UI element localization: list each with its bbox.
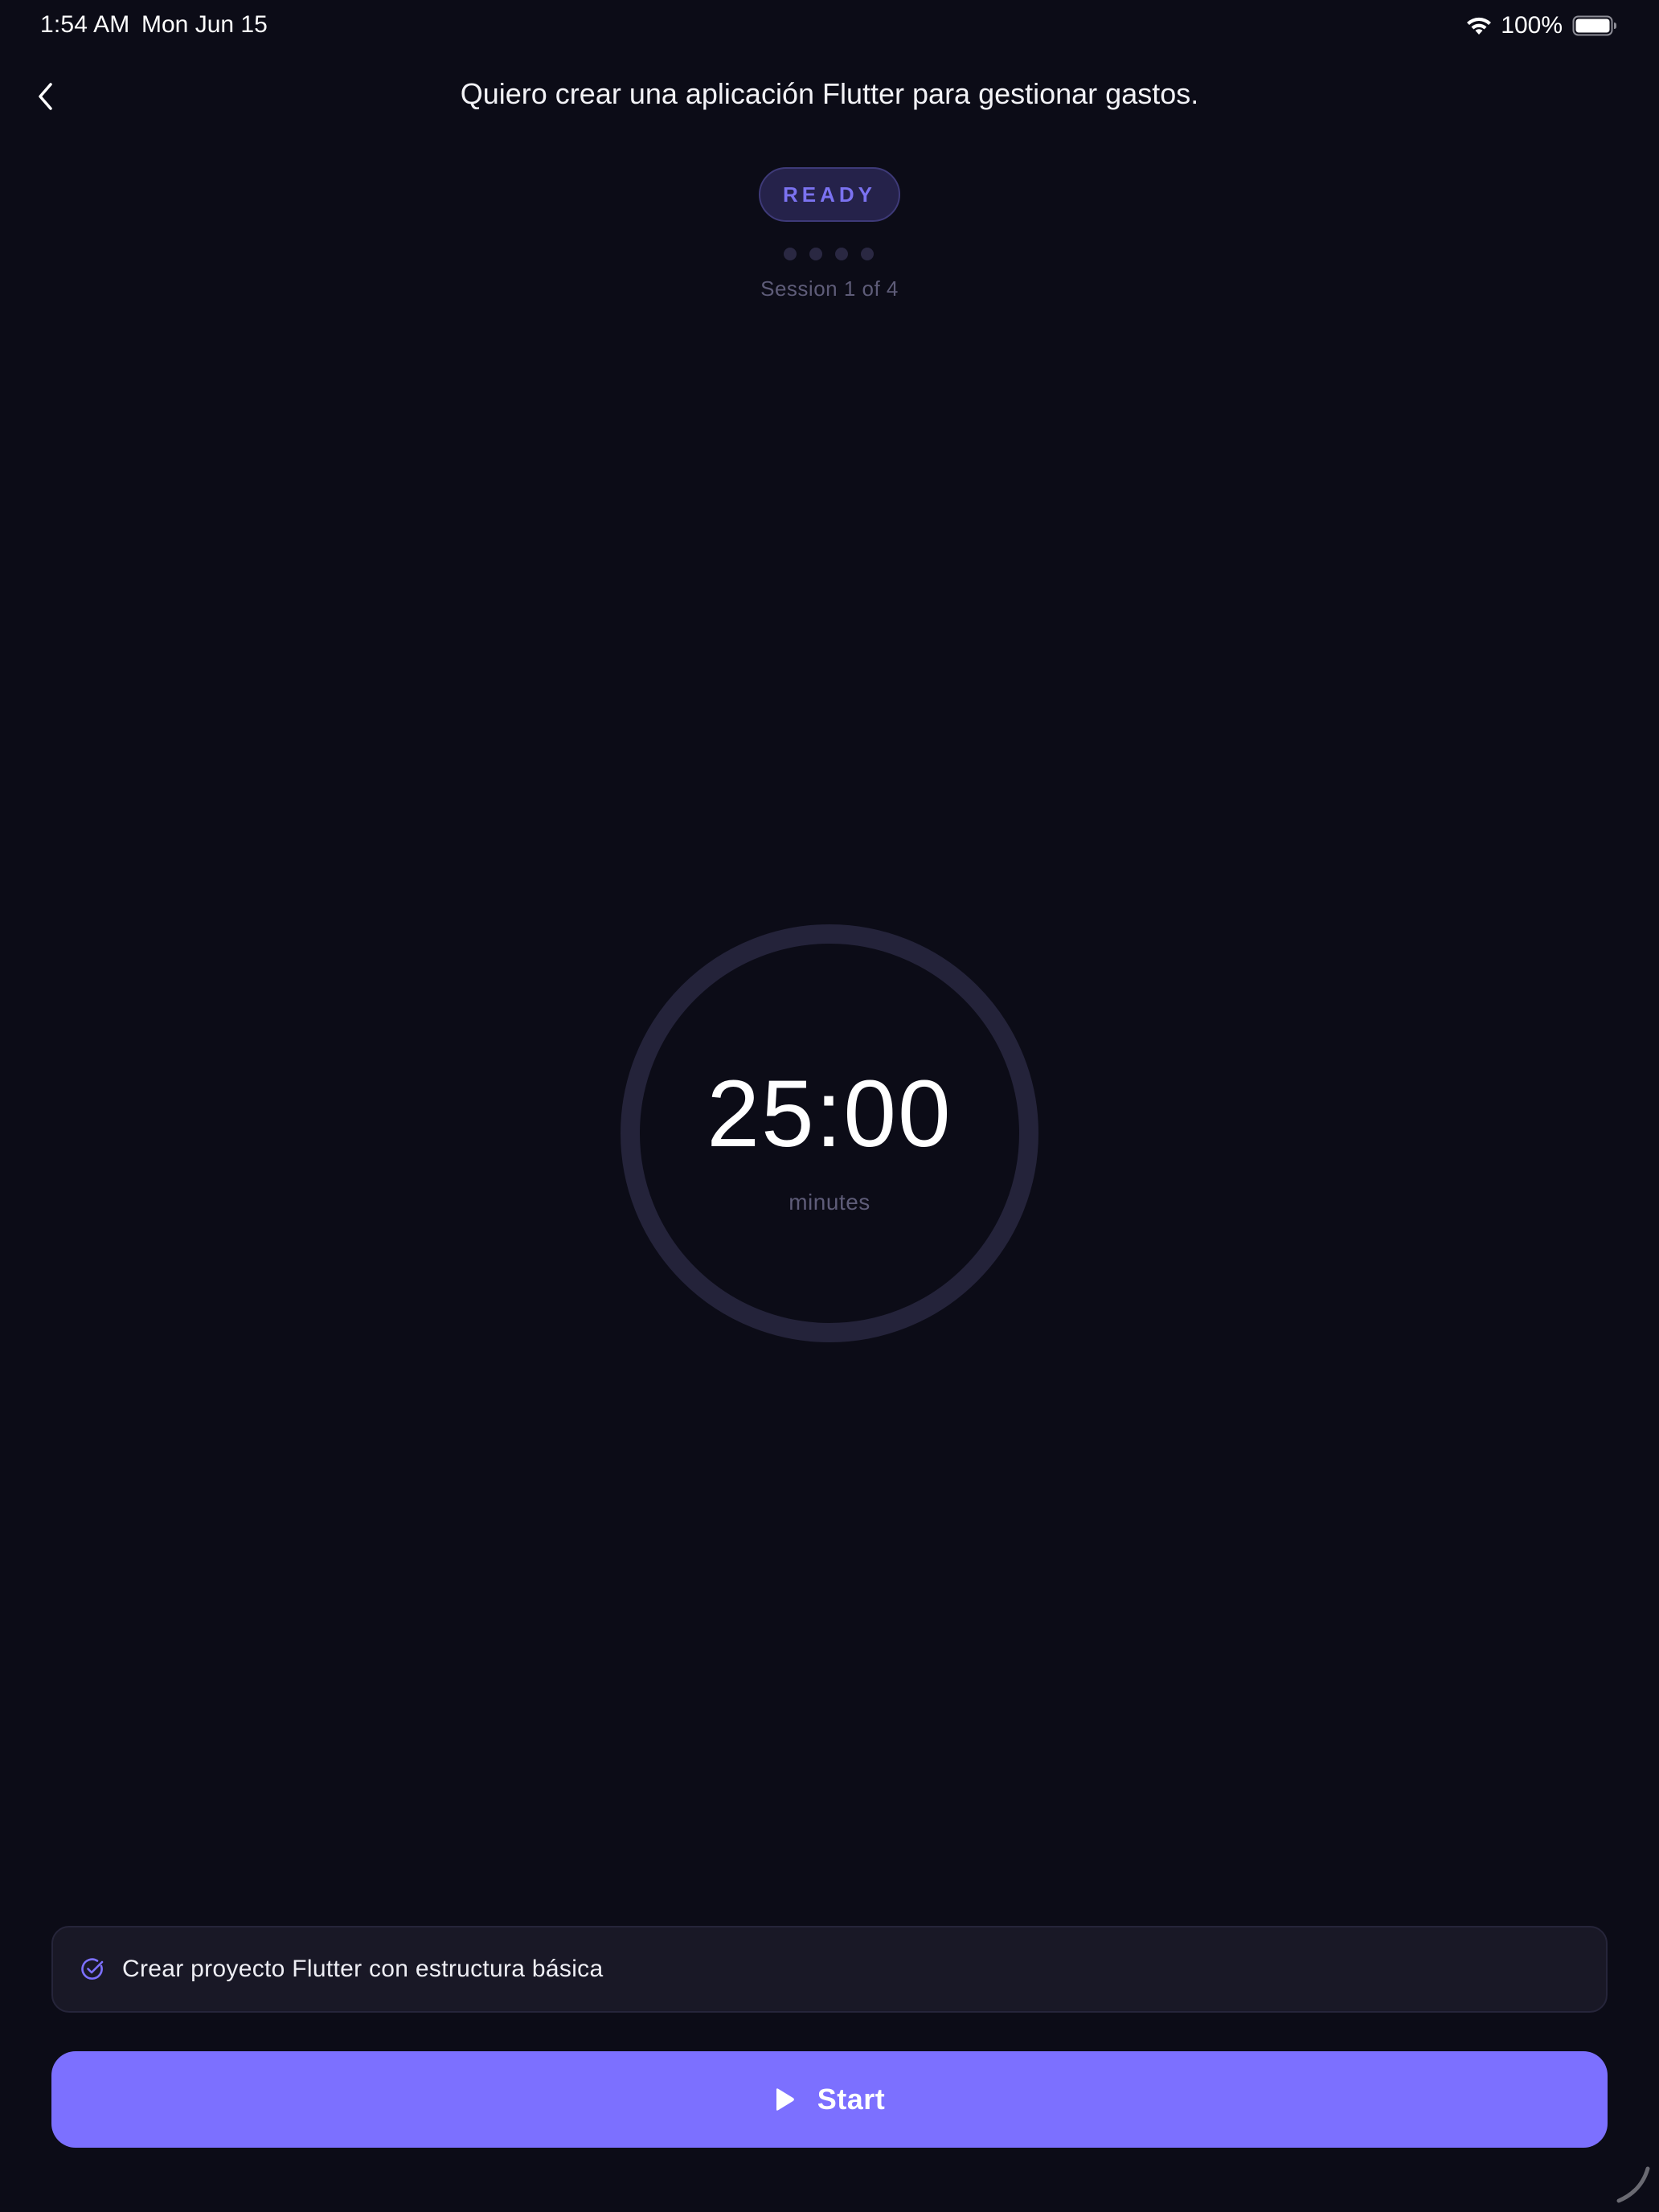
- task-text: Crear proyecto Flutter con estructura bá…: [122, 1956, 604, 1982]
- wifi-icon: [1467, 17, 1492, 35]
- start-button-label: Start: [817, 2083, 886, 2116]
- chevron-left-icon: [39, 83, 52, 110]
- back-button[interactable]: [29, 77, 61, 116]
- check-circle-icon: [81, 1958, 104, 1980]
- battery-percent: 100%: [1501, 12, 1563, 39]
- session-dot: [835, 248, 848, 260]
- session-progress-dots: [784, 248, 874, 260]
- home-indicator-corner: [1616, 2166, 1650, 2203]
- pomodoro-screen: 1:54 AM Mon Jun 15 100% Quiero crear una…: [0, 0, 1659, 2212]
- page-title: Quiero crear una aplicación Flutter para…: [460, 77, 1199, 110]
- session-counter: Session 1 of 4: [760, 276, 899, 301]
- session-dot: [861, 248, 874, 260]
- status-date: Mon Jun 15: [141, 11, 268, 38]
- status-time: 1:54 AM: [40, 11, 130, 38]
- status-indicators: 100%: [1465, 10, 1617, 42]
- session-dot: [809, 248, 822, 260]
- timer-unit-label: minutes: [789, 1190, 870, 1215]
- status-badge: READY: [759, 167, 900, 222]
- session-dot: [784, 248, 797, 260]
- start-button[interactable]: Start: [51, 2051, 1608, 2148]
- battery-icon: [1572, 15, 1616, 36]
- play-icon: [776, 2088, 794, 2111]
- timer-display: 25:00: [707, 1061, 952, 1167]
- current-task-card[interactable]: Crear proyecto Flutter con estructura bá…: [51, 1926, 1608, 2013]
